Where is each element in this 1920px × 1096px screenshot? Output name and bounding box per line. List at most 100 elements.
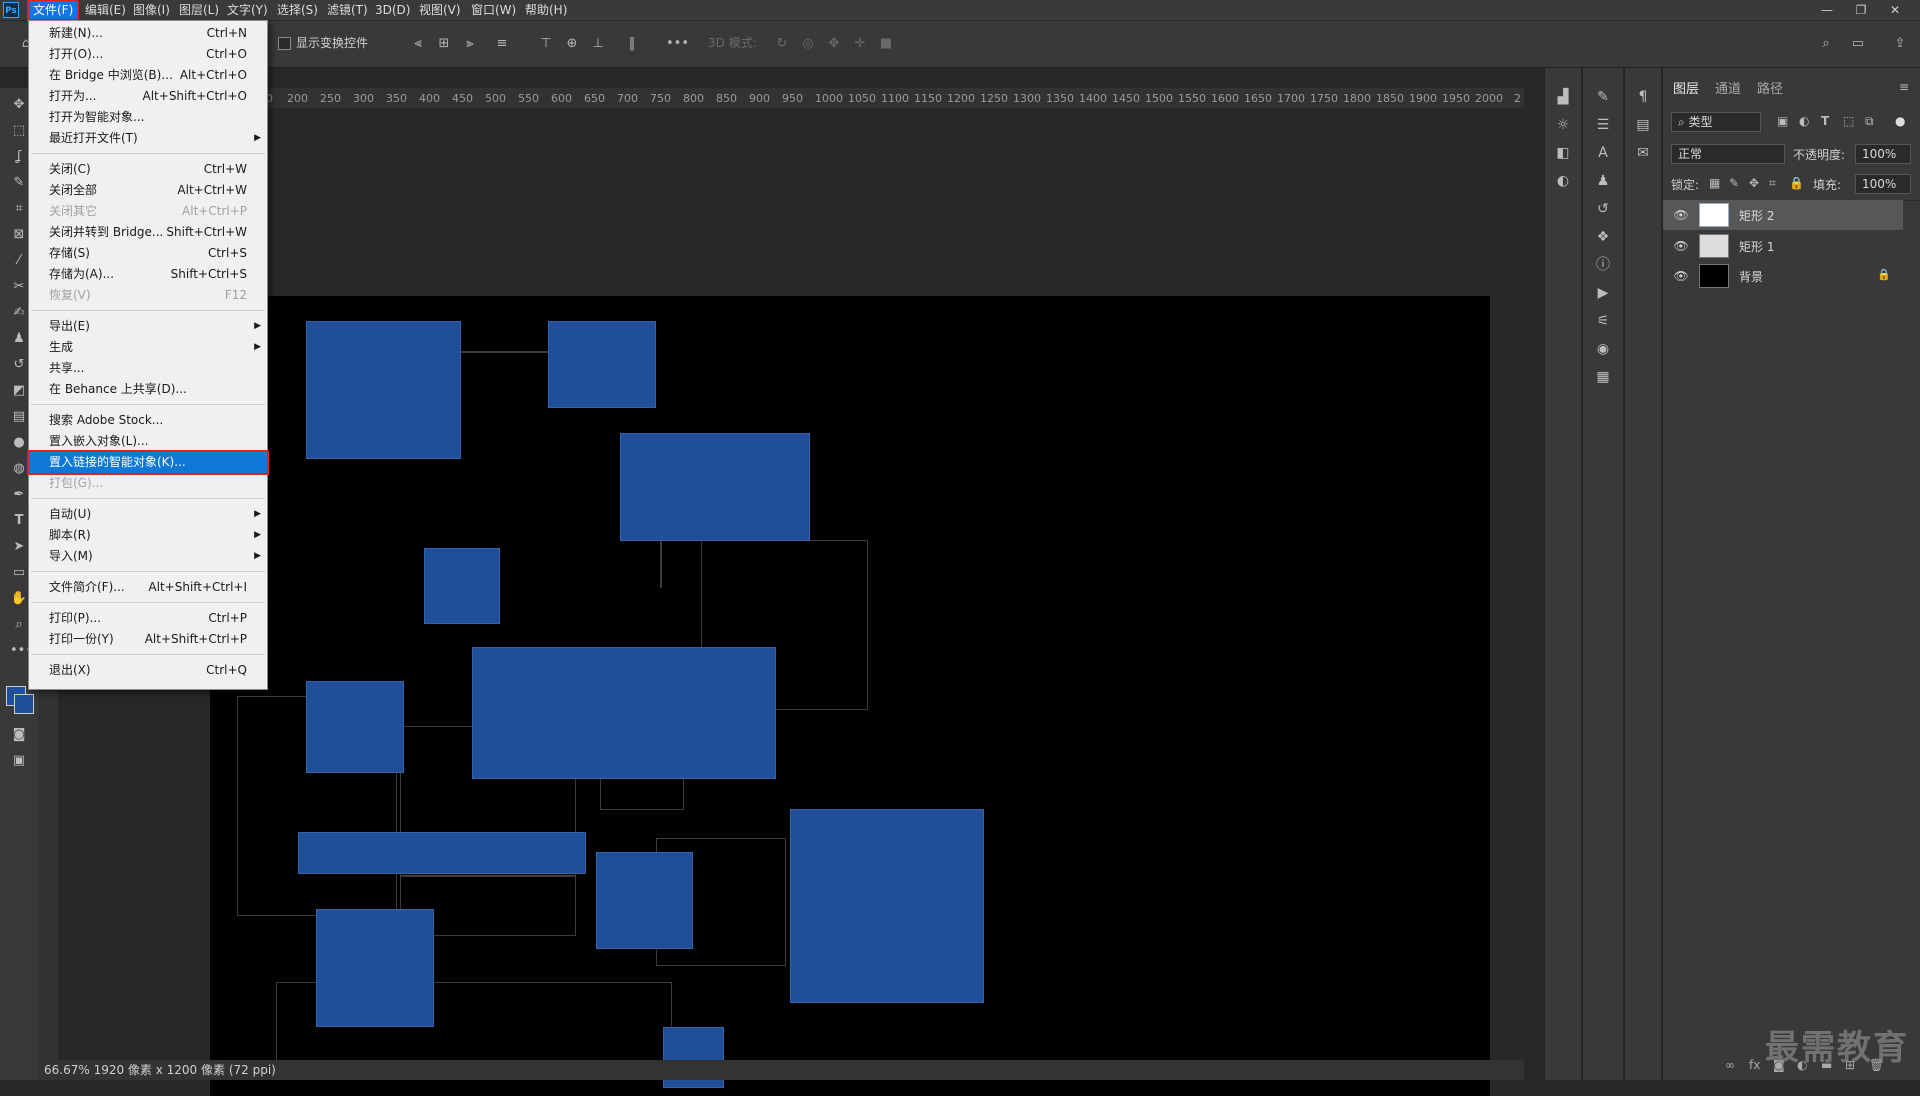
brush-tool-icon[interactable]: ✍ bbox=[10, 304, 28, 322]
background-color-swatch[interactable] bbox=[14, 694, 34, 714]
3d-icon[interactable]: ◉ bbox=[1593, 340, 1613, 358]
close-window-button[interactable]: ✕ bbox=[1880, 0, 1910, 20]
align-center-icon[interactable]: ⊞ bbox=[436, 36, 452, 52]
notes-icon[interactable]: ✉ bbox=[1633, 144, 1653, 162]
blue-rectangle[interactable] bbox=[472, 647, 776, 779]
quick-select-tool-icon[interactable]: ✎ bbox=[10, 174, 28, 192]
blue-rectangle[interactable] bbox=[548, 321, 656, 408]
navigator-icon[interactable]: ◧ bbox=[1553, 144, 1573, 162]
menu-type[interactable]: 文字(Y) bbox=[222, 0, 273, 20]
menu-view[interactable]: 视图(V) bbox=[414, 0, 466, 20]
path-select-tool-icon[interactable]: ➤ bbox=[10, 538, 28, 556]
show-transform-checkbox[interactable] bbox=[278, 37, 291, 50]
type-tool-icon[interactable]: T bbox=[10, 512, 28, 530]
file-menu-item[interactable]: 导出(E) ▶ bbox=[29, 316, 267, 337]
menu-file[interactable]: 文件(F) bbox=[26, 0, 80, 21]
brush-settings-icon[interactable]: ✎ bbox=[1593, 88, 1613, 106]
file-menu-item[interactable]: 新建(N)... Ctrl+N bbox=[29, 23, 267, 44]
blue-rectangle[interactable] bbox=[306, 321, 461, 459]
crop-tool-icon[interactable]: ⌗ bbox=[10, 200, 28, 218]
pen-tool-icon[interactable]: ✒ bbox=[10, 486, 28, 504]
layer-row-rect2[interactable]: 👁 矩形 2 bbox=[1663, 200, 1903, 230]
align-left-icon[interactable]: ⫷ bbox=[410, 36, 426, 52]
filter-smart-icon[interactable]: ⧉ bbox=[1865, 114, 1874, 129]
file-menu-item[interactable]: 最近打开文件(T) ▶ bbox=[29, 128, 267, 149]
3d-orbit-icon[interactable]: ↻ bbox=[774, 36, 790, 52]
fill-input[interactable]: 100% bbox=[1855, 174, 1911, 194]
layer-filter-select[interactable]: ⌕ 类型 bbox=[1671, 112, 1761, 132]
move-tool-icon[interactable]: ✥ bbox=[10, 96, 28, 114]
tab-paths[interactable]: 路径 bbox=[1757, 78, 1783, 97]
rectangle-tool-icon[interactable]: ▭ bbox=[10, 564, 28, 582]
visibility-eye-icon[interactable]: 👁 bbox=[1673, 239, 1689, 253]
channels-icon[interactable]: ⚟ bbox=[1593, 312, 1613, 330]
screen-mode-icon[interactable]: ▣ bbox=[10, 752, 28, 770]
history-icon[interactable]: ↺ bbox=[1593, 200, 1613, 218]
lock-artboard-icon[interactable]: ⌗ bbox=[1769, 176, 1776, 191]
frame-tool-icon[interactable]: ⊠ bbox=[10, 226, 28, 244]
document-canvas[interactable] bbox=[210, 296, 1490, 1096]
align-bottom-icon[interactable]: ⊥ bbox=[590, 36, 606, 52]
file-menu-item[interactable]: 共享... bbox=[29, 358, 267, 379]
lasso-tool-icon[interactable]: ʆ bbox=[10, 148, 28, 166]
3d-pan-icon[interactable]: ✥ bbox=[826, 36, 842, 52]
blend-mode-select[interactable]: 正常 bbox=[1671, 144, 1785, 164]
gradient-tool-icon[interactable]: ▤ bbox=[10, 408, 28, 426]
file-menu-item[interactable]: 关闭(C) Ctrl+W bbox=[29, 159, 267, 180]
blur-tool-icon[interactable]: ● bbox=[10, 434, 28, 452]
lock-transparent-icon[interactable]: ▦ bbox=[1709, 176, 1720, 190]
align-middle-icon[interactable]: ⊕ bbox=[564, 36, 580, 52]
visibility-eye-icon[interactable]: 👁 bbox=[1673, 269, 1689, 283]
link-layers-icon[interactable]: ∞ bbox=[1725, 1058, 1735, 1072]
file-menu-item[interactable]: 脚本(R) ▶ bbox=[29, 525, 267, 546]
table-icon[interactable]: ▦ bbox=[1593, 368, 1613, 386]
zoom-tool-icon[interactable]: ⌕ bbox=[10, 616, 28, 634]
tab-layers[interactable]: 图层 bbox=[1673, 78, 1699, 97]
lock-position-icon[interactable]: ✥ bbox=[1749, 176, 1759, 190]
healing-tool-icon[interactable]: ✂ bbox=[10, 278, 28, 296]
file-menu-item[interactable]: 打开(O)... Ctrl+O bbox=[29, 44, 267, 65]
file-menu-item[interactable]: 置入链接的智能对象(K)... bbox=[27, 450, 269, 475]
tab-channels[interactable]: 通道 bbox=[1715, 78, 1741, 97]
eraser-tool-icon[interactable]: ◩ bbox=[10, 382, 28, 400]
adjustments-icon[interactable]: ◐ bbox=[1553, 172, 1573, 190]
filter-adjust-icon[interactable]: ◐ bbox=[1799, 114, 1809, 128]
file-menu-item[interactable]: 生成 ▶ bbox=[29, 337, 267, 358]
histogram-icon[interactable]: ▟ bbox=[1553, 88, 1573, 106]
character-icon[interactable]: A bbox=[1593, 144, 1613, 162]
distribute-icon[interactable]: ≡ bbox=[494, 36, 510, 52]
file-menu-item[interactable]: 打开为智能对象... bbox=[29, 107, 267, 128]
workspace-icon[interactable]: ▭ bbox=[1850, 36, 1866, 52]
blue-rectangle[interactable] bbox=[790, 809, 984, 1003]
file-menu-item[interactable]: 文件简介(F)... Alt+Shift+Ctrl+I bbox=[29, 577, 267, 598]
more-tools-icon[interactable]: ••• bbox=[10, 642, 33, 660]
3d-roll-icon[interactable]: ◎ bbox=[800, 36, 816, 52]
file-menu-item[interactable]: 打印一份(Y) Alt+Shift+Ctrl+P bbox=[29, 629, 267, 650]
document-workspace[interactable] bbox=[58, 108, 1524, 1096]
panel-menu-icon[interactable]: ≡ bbox=[1899, 80, 1909, 94]
minimize-button[interactable]: — bbox=[1812, 0, 1842, 20]
file-menu-item[interactable]: 搜索 Adobe Stock... bbox=[29, 410, 267, 431]
info-icon[interactable]: ⓘ bbox=[1593, 256, 1613, 274]
file-menu-item[interactable]: 退出(X) Ctrl+Q bbox=[29, 660, 267, 681]
align-top-icon[interactable]: ⊤ bbox=[538, 36, 554, 52]
menu-filter[interactable]: 滤镜(T) bbox=[322, 0, 373, 20]
menu-edit[interactable]: 编辑(E) bbox=[80, 0, 131, 20]
blue-rectangle[interactable] bbox=[596, 852, 693, 949]
light-icon[interactable]: ☼ bbox=[1553, 116, 1573, 134]
3d-slide-icon[interactable]: ✛ bbox=[852, 36, 868, 52]
libraries-icon[interactable]: ❖ bbox=[1593, 228, 1613, 246]
filter-shape-icon[interactable]: ⬚ bbox=[1843, 114, 1854, 128]
share-icon[interactable]: ⇪ bbox=[1892, 36, 1908, 52]
file-menu-item[interactable]: 打开为... Alt+Shift+Ctrl+O bbox=[29, 86, 267, 107]
blue-rectangle[interactable] bbox=[424, 548, 500, 624]
filter-toggle-icon[interactable]: ● bbox=[1895, 114, 1905, 128]
blue-rectangle[interactable] bbox=[298, 832, 586, 874]
clone-source-icon[interactable]: ♟ bbox=[1593, 172, 1613, 190]
marquee-tool-icon[interactable]: ⬚ bbox=[10, 122, 28, 140]
swatches-icon[interactable]: ▤ bbox=[1633, 116, 1653, 134]
menu-image[interactable]: 图像(I) bbox=[128, 0, 175, 20]
blue-rectangle[interactable] bbox=[316, 909, 434, 1027]
file-menu-item[interactable]: 在 Bridge 中浏览(B)... Alt+Ctrl+O bbox=[29, 65, 267, 86]
3d-scale-icon[interactable]: ■ bbox=[878, 36, 894, 52]
